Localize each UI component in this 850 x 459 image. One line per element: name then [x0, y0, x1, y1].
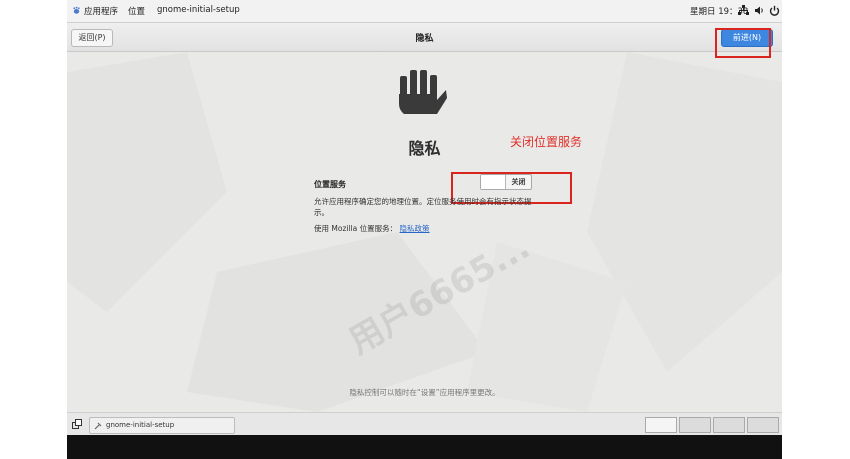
mozilla-text: 使用 Mozilla 位置服务： — [314, 224, 398, 233]
task-label: gnome-initial-setup — [106, 421, 175, 429]
workspace-1[interactable] — [645, 417, 677, 433]
top-bar: 应用程序 位置 gnome-initial-setup 星期日 19：38 — [67, 0, 782, 23]
location-services-label: 位置服务 — [314, 180, 346, 189]
power-icon[interactable] — [769, 5, 780, 16]
privacy-policy-link[interactable]: 隐私政策 — [400, 224, 430, 233]
hand-icon — [399, 70, 447, 114]
header-title: 隐私 — [415, 34, 434, 44]
places-menu[interactable]: 位置 — [128, 5, 145, 17]
show-desktop-icon[interactable] — [72, 419, 82, 429]
header-bar: 返回(P) 隐私 前进(N) — [67, 23, 782, 52]
task-button-gnome-initial-setup[interactable]: gnome-initial-setup — [89, 417, 235, 434]
footer-note: 隐私控制可以随时在“设置”应用程序里更改。 — [349, 388, 500, 397]
annotation-label: 关闭位置服务 — [510, 135, 583, 149]
active-app-name[interactable]: gnome-initial-setup — [157, 5, 240, 15]
page-title: 隐私 — [408, 139, 441, 158]
applications-menu[interactable]: 应用程序 — [84, 5, 118, 17]
app-icon — [94, 422, 102, 430]
taskbar: gnome-initial-setup — [67, 412, 782, 435]
network-icon[interactable] — [738, 5, 749, 16]
workspace-3[interactable] — [713, 417, 745, 433]
mozilla-service-text: 使用 Mozilla 位置服务： 隐私政策 — [314, 223, 430, 234]
screen: 应用程序 位置 gnome-initial-setup 星期日 19：38 返回… — [67, 0, 782, 459]
volume-icon[interactable] — [754, 5, 765, 16]
location-description: 允许应用程序确定您的地理位置。定位服务使用时会有指示状态提示。 — [314, 197, 532, 217]
privacy-page: 隐私 关闭位置服务 位置服务 关闭 允许应用程序确定您的地理位置。定位服务使用时… — [67, 52, 782, 412]
gnome-foot-icon — [73, 6, 80, 14]
workspace-4[interactable] — [747, 417, 779, 433]
workspace-2[interactable] — [679, 417, 711, 433]
bottom-strip — [67, 435, 782, 459]
